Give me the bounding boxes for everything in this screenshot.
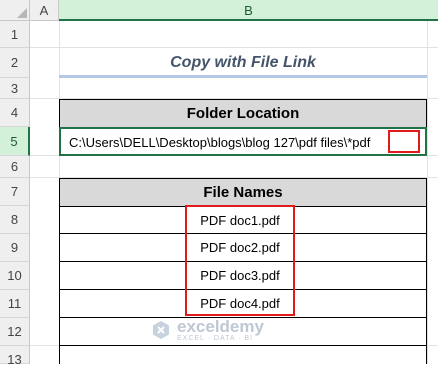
row-header-1[interactable]: 1 [0,21,30,48]
row-header-11[interactable]: 11 [0,290,30,318]
select-all-corner[interactable] [0,0,30,21]
sheet-title[interactable]: Copy with File Link [59,51,427,74]
column-header-b[interactable]: B [59,0,438,21]
wildcard-text: *pdf [347,135,371,150]
column-label: B [244,3,253,18]
watermark-name: exceldemy [177,317,264,336]
row-header-4[interactable]: 4 [0,99,30,127]
row-header-5[interactable]: 5 [0,127,30,156]
folder-path-cell[interactable]: C:\Users\DELL\Desktop\blogs\blog 127\pdf… [59,127,427,156]
row-header-6[interactable]: 6 [0,156,30,178]
row-header-13[interactable]: 13 [0,346,30,367]
folder-path: C:\Users\DELL\Desktop\blogs\blog 127\pdf… [69,135,348,150]
watermark: exceldemy EXCEL · DATA · BI [150,318,264,342]
column-header-a[interactable]: A [30,0,59,21]
table-row[interactable] [59,346,427,364]
file-names-header[interactable]: File Names [59,178,427,207]
row-header-2[interactable]: 2 [0,48,30,78]
exceldemy-logo-icon [153,321,169,339]
row-header-3[interactable]: 3 [0,78,30,99]
row-header-7[interactable]: 7 [0,178,30,206]
title-underline [59,75,427,78]
column-label: A [39,3,49,18]
folder-location-header[interactable]: Folder Location [59,99,427,128]
column-divider [427,21,428,364]
row-header-9[interactable]: 9 [0,234,30,262]
file-names-highlight [185,205,295,316]
folder-path-text: C:\Users\DELL\Desktop\blogs\blog 127\pdf… [69,135,370,150]
row-header-12[interactable]: 12 [0,318,30,346]
watermark-tagline: EXCEL · DATA · BI [177,335,253,342]
wildcard-highlight [388,130,420,153]
row-divider [30,47,438,48]
row-header-10[interactable]: 10 [0,262,30,290]
row-header-8[interactable]: 8 [0,206,30,234]
select-all-icon [17,8,27,18]
